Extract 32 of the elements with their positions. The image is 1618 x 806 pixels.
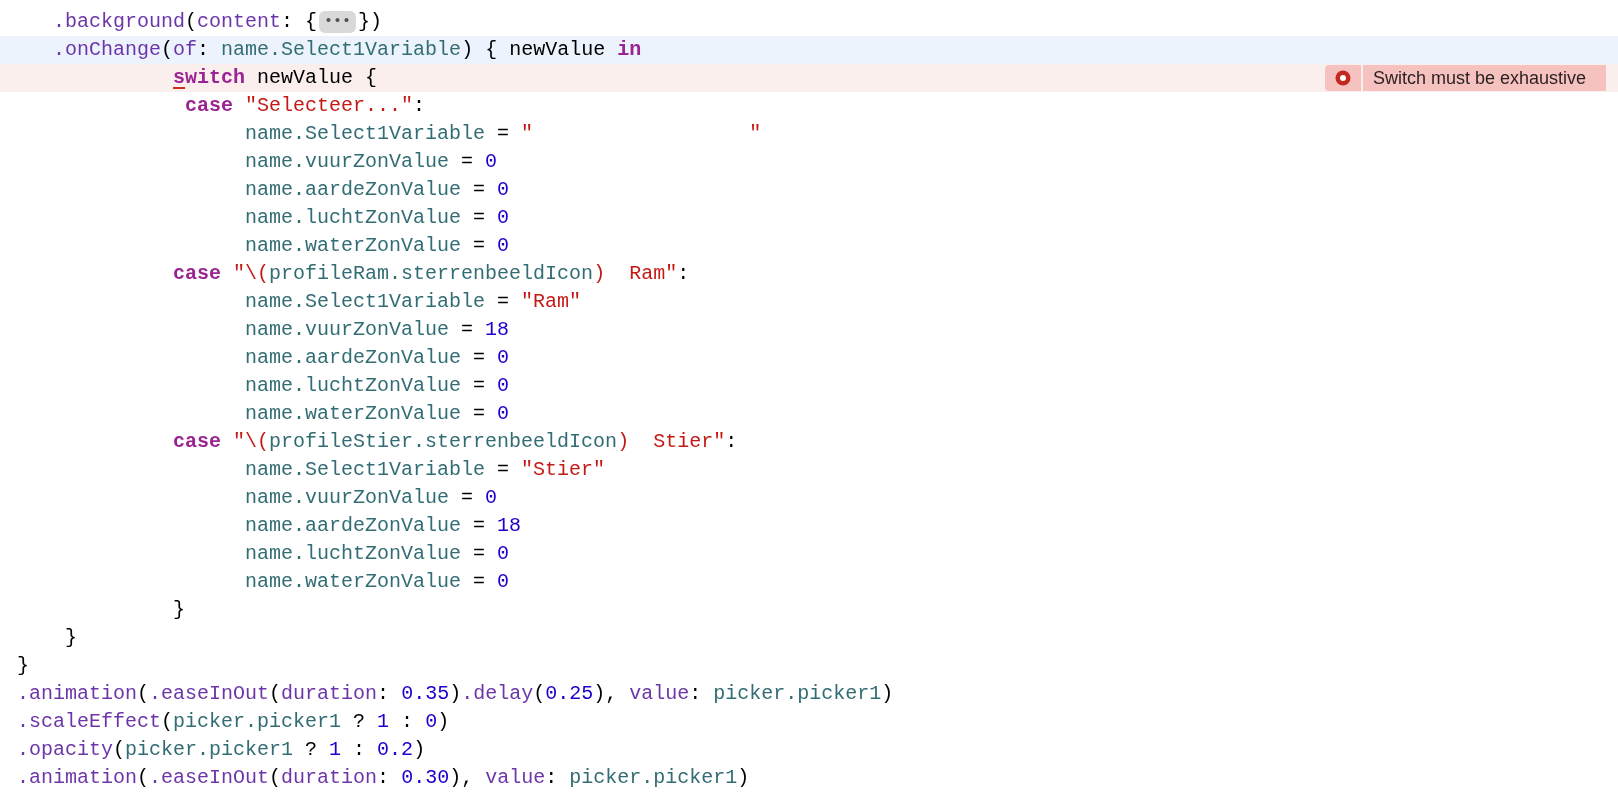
code-text: name.vuurZonValue = 0 xyxy=(244,485,498,511)
code-text: case "\(profileStier.sterrenbeeldIcon) Stier": xyxy=(172,429,738,455)
code-text: name.aardeZonValue = 0 xyxy=(244,345,510,371)
code-text: name.Select1Variable = "Ram" xyxy=(244,289,582,315)
code-text: name.aardeZonValue = 18 xyxy=(244,513,522,539)
code-text: name.waterZonValue = 0 xyxy=(244,401,510,427)
error-icon xyxy=(1334,70,1351,86)
code-text: .animation(.easeInOut(duration: 0.30), value: picker.picker1) xyxy=(17,765,750,791)
code-text: name.waterZonValue = 0 xyxy=(244,569,510,595)
code-text: name.vuurZonValue = 18 xyxy=(244,317,510,343)
code-text: name.luchtZonValue = 0 xyxy=(244,541,510,567)
error-text: Switch must be exhaustive xyxy=(1372,66,1586,90)
code-text: name.luchtZonValue = 0 xyxy=(244,373,510,399)
code-text: name.luchtZonValue = 0 xyxy=(244,205,510,231)
code-text: name.waterZonValue = 0 xyxy=(244,233,510,259)
code-text: case "\(profileRam.sterrenbeeldIcon) Ram": xyxy=(172,261,690,287)
code-text: name.vuurZonValue = 0 xyxy=(244,149,498,175)
code-text: switch newValue { xyxy=(172,65,378,91)
code-text: case "Selecteer...": xyxy=(184,93,426,119)
code-text: name.Select1Variable = " " xyxy=(244,121,762,147)
code-text: }) xyxy=(358,9,383,35)
code-text: } xyxy=(17,653,29,679)
code-text: name.aardeZonValue = 0 xyxy=(244,177,510,203)
code-text: } xyxy=(172,597,186,623)
code-text: .opacity(picker.picker1 ? 1 : 0.2) xyxy=(17,737,426,763)
code-text: } xyxy=(64,625,77,651)
code-text: .animation(.easeInOut(duration: 0.35).delay(0.25), value: picker.picker1) xyxy=(17,681,894,707)
code-text: name.Select1Variable = "Stier" xyxy=(244,457,606,483)
code-text: .scaleEffect(picker.picker1 ? 1 : 0) xyxy=(17,709,450,735)
fold-button[interactable]: ••• xyxy=(319,11,357,33)
code-text: .onChange(of: name.Select1Variable) { newValue in xyxy=(52,37,642,63)
code-text: .background(content: { xyxy=(52,9,318,35)
